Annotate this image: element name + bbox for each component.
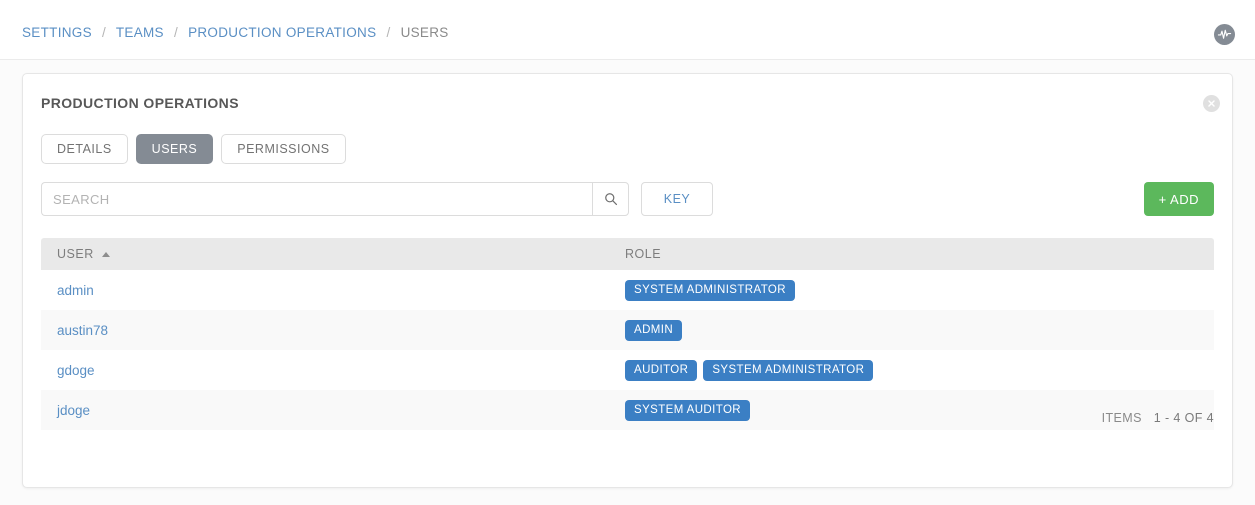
user-link[interactable]: austin78 (57, 323, 108, 338)
table-cell-user: admin (41, 283, 625, 298)
column-header-role-label: Role (625, 247, 662, 261)
pagination-count: 1 - 4 of 4 (1153, 411, 1214, 425)
team-detail-card: Production Operations Details Users Perm… (22, 73, 1233, 488)
users-table: User Role admin System Administrator aus… (41, 238, 1214, 430)
search-group (41, 182, 629, 216)
role-badge[interactable]: System Administrator (703, 359, 874, 381)
breadcrumb-item-settings[interactable]: Settings (22, 25, 92, 40)
table-header-row: User Role (41, 238, 1214, 270)
search-input[interactable] (41, 182, 592, 216)
column-header-user-label: User (57, 247, 94, 261)
table-cell-user: austin78 (41, 323, 625, 338)
search-icon[interactable] (592, 182, 629, 216)
table-cell-role: Admin (625, 319, 1214, 341)
user-link[interactable]: admin (57, 283, 94, 298)
breadcrumb-separator: / (173, 25, 178, 40)
table-cell-role: Auditor System Administrator (625, 359, 1214, 381)
breadcrumb-item-teams[interactable]: Teams (116, 25, 164, 40)
add-user-button[interactable]: + Add (1143, 182, 1214, 216)
table-row: jdoge System Auditor (41, 390, 1214, 430)
tab-users[interactable]: Users (135, 134, 214, 164)
table-row: gdoge Auditor System Administrator (41, 350, 1214, 390)
tab-permissions[interactable]: Permissions (221, 134, 346, 164)
toolbar: Key + Add (41, 182, 1214, 216)
breadcrumb-item-production-operations[interactable]: Production Operations (188, 25, 376, 40)
table-cell-role: System Administrator (625, 279, 1214, 301)
user-link[interactable]: jdoge (57, 403, 90, 418)
column-header-role[interactable]: Role (625, 247, 1214, 261)
pagination-summary: Items 1 - 4 of 4 (1102, 411, 1214, 425)
top-bar: Settings / Teams / Production Operations… (0, 0, 1255, 60)
key-button[interactable]: Key (641, 182, 713, 216)
table-cell-user: gdoge (41, 363, 625, 378)
breadcrumb-separator: / (386, 25, 391, 40)
role-badge[interactable]: System Administrator (625, 279, 795, 301)
breadcrumb-item-users: Users (400, 25, 449, 40)
breadcrumb-separator: / (101, 25, 107, 40)
role-badge[interactable]: Admin (625, 319, 683, 341)
role-badge[interactable]: Auditor (625, 359, 698, 381)
close-icon[interactable] (1203, 95, 1220, 112)
user-link[interactable]: gdoge (57, 363, 95, 378)
tab-details[interactable]: Details (41, 134, 128, 164)
role-badge[interactable]: System Auditor (625, 399, 750, 421)
sort-ascending-icon (101, 251, 110, 257)
page-title: Production Operations (41, 95, 239, 111)
tab-bar: Details Users Permissions (41, 134, 346, 164)
activity-pulse-icon[interactable] (1214, 24, 1235, 45)
column-header-user[interactable]: User (41, 247, 625, 261)
pagination-label: Items (1101, 411, 1142, 425)
breadcrumb: Settings / Teams / Production Operations… (22, 25, 449, 40)
table-row: austin78 Admin (41, 310, 1214, 350)
table-cell-user: jdoge (41, 403, 625, 418)
table-row: admin System Administrator (41, 270, 1214, 310)
